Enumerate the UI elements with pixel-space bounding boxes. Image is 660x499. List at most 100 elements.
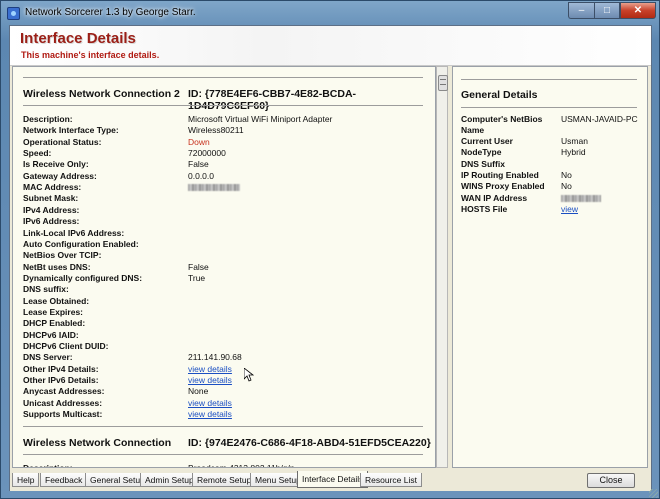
detail-value: Broadcom 4313 802.11b/g/n xyxy=(188,463,295,467)
tab-help[interactable]: Help xyxy=(12,473,40,487)
hosts-view-link[interactable]: view xyxy=(561,204,578,215)
tab-admin-setup[interactable]: Admin Setup xyxy=(140,473,199,487)
detail-value: 0.0.0.0 xyxy=(188,170,214,181)
detail-value: True xyxy=(188,272,206,283)
vertical-scrollbar[interactable] xyxy=(436,66,448,468)
detail-value: Wireless80211 xyxy=(188,125,244,136)
detail-label: Lease Expires: xyxy=(23,306,84,317)
connection-name: Wireless Network Connection 2 xyxy=(23,88,180,100)
detail-row: DHCPv6 Client DUID: xyxy=(13,341,433,352)
detail-label: Lease Obtained: xyxy=(23,295,90,306)
detail-row: DNS Server: 211.141.90.68 xyxy=(13,352,433,363)
detail-row: Other IPv6 Details: view details xyxy=(13,375,433,386)
detail-label: Description: xyxy=(23,114,73,124)
detail-label: DNS Server: xyxy=(23,352,73,363)
detail-value: None xyxy=(188,386,209,397)
close-button[interactable]: Close xyxy=(587,473,635,488)
page-header: Interface Details This machine's interfa… xyxy=(10,26,651,66)
detail-row: Link-Local IPv6 Address: xyxy=(13,228,433,239)
general-label: WAN IP Address xyxy=(461,192,528,203)
divider xyxy=(23,454,423,456)
detail-label: DHCPv6 IAID: xyxy=(23,329,79,340)
tab-resource-list[interactable]: Resource List xyxy=(360,473,422,487)
divider xyxy=(461,107,637,108)
detail-label: MAC Address: xyxy=(23,182,82,193)
redacted-value xyxy=(561,193,601,204)
title-bar[interactable]: Network Sorcerer 1.3 by George Starr. – … xyxy=(1,1,659,25)
general-label: Computer's NetBios Name xyxy=(461,114,543,135)
detail-row: Dynamically configured DNS: True xyxy=(13,273,433,284)
detail-row: Network Interface Type: Wireless80211 xyxy=(13,125,433,136)
detail-row: Auto Configuration Enabled: xyxy=(13,239,433,250)
view-details-link[interactable]: view details xyxy=(188,409,232,420)
detail-value: False xyxy=(188,261,209,272)
detail-label: Unicast Addresses: xyxy=(23,397,103,408)
detail-label: IPv6 Address: xyxy=(23,216,80,227)
detail-label: Operational Status: xyxy=(23,136,102,147)
general-value: No xyxy=(561,181,572,192)
detail-row: Operational Status: Down xyxy=(13,137,433,148)
detail-label: DHCPv6 Client DUID: xyxy=(23,341,109,351)
detail-row: Description: Broadcom 4313 802.11b/g/n xyxy=(13,463,433,467)
detail-row: Anycast Addresses: None xyxy=(13,386,433,397)
general-label: NodeType xyxy=(461,147,502,158)
detail-label: IPv4 Address: xyxy=(23,204,80,215)
general-details-title: General Details xyxy=(461,89,538,101)
detail-label: Speed: xyxy=(23,148,52,159)
detail-label: Subnet Mask: xyxy=(23,193,79,204)
connection-name: Wireless Network Connection xyxy=(23,437,172,450)
detail-row: Lease Expires: xyxy=(13,307,433,318)
general-label: HOSTS File xyxy=(461,203,508,214)
detail-label: Network Interface Type: xyxy=(23,125,119,136)
detail-row: NetBios Over TCIP: xyxy=(13,250,433,261)
app-window: Network Sorcerer 1.3 by George Starr. – … xyxy=(0,0,660,499)
detail-row: Lease Obtained: xyxy=(13,296,433,307)
general-value: Usman xyxy=(561,136,588,146)
divider xyxy=(23,77,423,78)
tab-interface-details[interactable]: Interface Details xyxy=(297,471,369,488)
scrollbar-thumb[interactable] xyxy=(438,75,448,91)
detail-label: Anycast Addresses: xyxy=(23,386,105,397)
detail-label: Other IPv4 Details: xyxy=(23,363,99,374)
minimize-button[interactable]: – xyxy=(568,2,594,19)
interface-list-panel: Wireless Network Connection 2 ID: {778E4E… xyxy=(12,66,436,468)
general-details-panel: General Details Computer's NetBios Name U… xyxy=(452,66,648,468)
view-details-link[interactable]: view details xyxy=(188,398,232,409)
window-title: Network Sorcerer 1.3 by George Starr. xyxy=(25,7,196,18)
detail-label: NetBt uses DNS: xyxy=(23,261,91,272)
view-details-link[interactable]: view details xyxy=(188,364,232,375)
maximize-button[interactable]: □ xyxy=(594,2,620,19)
general-label: DNS Suffix xyxy=(461,158,505,169)
detail-label: NetBios Over TCIP: xyxy=(23,250,102,261)
redacted-value xyxy=(188,182,240,193)
detail-row: MAC Address: xyxy=(13,182,433,193)
detail-row: DHCPv6 IAID: xyxy=(13,330,433,341)
detail-label: Dynamically configured DNS: xyxy=(23,272,143,283)
detail-label: Is Receive Only: xyxy=(23,159,89,170)
tab-feedback[interactable]: Feedback xyxy=(40,473,88,487)
general-value: USMAN-JAVAID-PC xyxy=(561,114,638,124)
divider xyxy=(461,79,637,80)
detail-label: DHCP Enabled: xyxy=(23,318,86,329)
close-window-button[interactable]: ✕ xyxy=(620,2,656,19)
divider xyxy=(23,105,423,106)
page-title: Interface Details xyxy=(20,30,136,47)
detail-label: DNS suffix: xyxy=(23,284,69,295)
view-details-link[interactable]: view details xyxy=(188,375,232,386)
detail-row: Description: Microsoft Virtual WiFi Minip… xyxy=(13,114,433,125)
detail-row: Is Receive Only: False xyxy=(13,159,433,170)
detail-row: Speed: 72000000 xyxy=(13,148,433,159)
detail-value: 211.141.90.68 xyxy=(188,352,242,363)
detail-label: Auto Configuration Enabled: xyxy=(23,238,139,249)
resize-grip-icon[interactable] xyxy=(649,489,658,498)
general-label: IP Routing Enabled xyxy=(461,169,539,180)
page-subtitle: This machine's interface details. xyxy=(21,50,160,60)
detail-value: False xyxy=(188,159,209,170)
detail-label: Description: xyxy=(23,463,73,467)
tab-remote-setup[interactable]: Remote Setup xyxy=(192,473,257,487)
divider xyxy=(23,426,423,428)
detail-row: DHCP Enabled: xyxy=(13,318,433,329)
detail-value: Down xyxy=(188,136,210,147)
detail-label: Supports Multicast: xyxy=(23,409,103,420)
detail-label: Link-Local IPv6 Address: xyxy=(23,227,125,238)
